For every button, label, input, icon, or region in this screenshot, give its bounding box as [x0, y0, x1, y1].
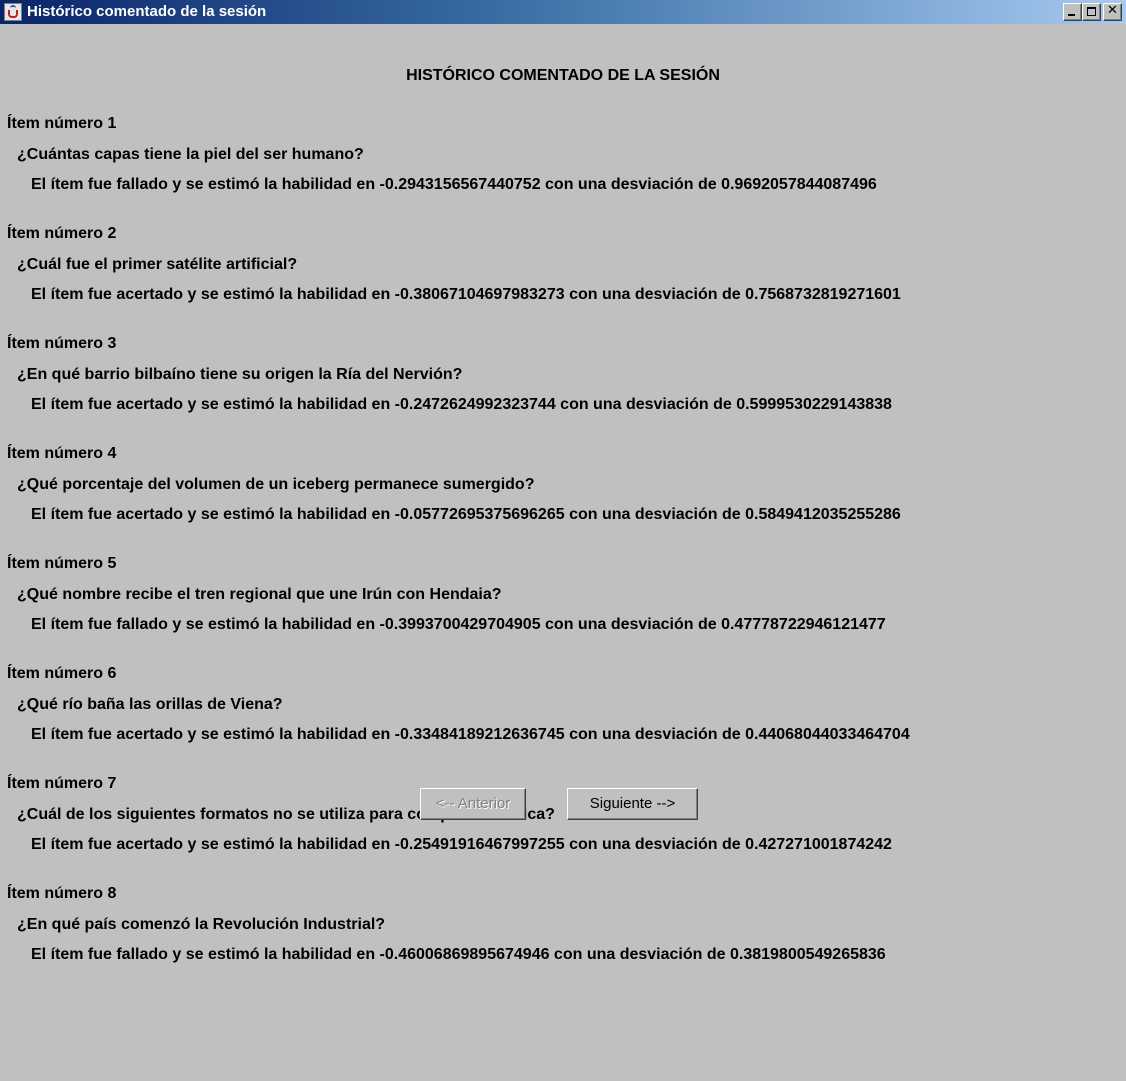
item-question: ¿Cuántas capas tiene la piel del ser hum… — [17, 146, 364, 163]
item-question: ¿Cuál fue el primer satélite artificial? — [17, 256, 298, 273]
item-number: Ítem número 2 — [7, 225, 117, 242]
title-bar[interactable]: Histórico comentado de la sesión ✕ — [0, 0, 1126, 24]
item-result: El ítem fue acertado y se estimó la habi… — [31, 506, 901, 523]
item-result: El ítem fue acertado y se estimó la habi… — [31, 396, 892, 413]
minimize-icon — [1068, 14, 1075, 16]
maximize-icon — [1087, 7, 1096, 16]
list-item: Ítem número 7 ¿Cuál de los siguientes fo… — [7, 774, 1122, 884]
item-question: ¿Qué río baña las orillas de Viena? — [17, 696, 283, 713]
maximize-button[interactable] — [1082, 3, 1101, 21]
history-window: Histórico comentado de la sesión ✕ HISTÓ… — [0, 0, 1126, 1081]
close-icon: ✕ — [1107, 3, 1118, 18]
java-cup-icon[interactable] — [4, 3, 22, 21]
item-question: ¿En qué país comenzó la Revolución Indus… — [17, 916, 386, 933]
item-question: ¿Qué porcentaje del volumen de un iceber… — [17, 476, 535, 493]
list-item: Ítem número 2 ¿Cuál fue el primer satéli… — [7, 224, 1122, 334]
items-list: Ítem número 1 ¿Cuántas capas tiene la pi… — [7, 114, 1122, 994]
item-number: Ítem número 7 — [7, 775, 117, 792]
list-item: Ítem número 8 ¿En qué país comenzó la Re… — [7, 884, 1122, 994]
item-result: El ítem fue acertado y se estimó la habi… — [31, 836, 892, 853]
item-result: El ítem fue fallado y se estimó la habil… — [31, 176, 877, 193]
list-item: Ítem número 1 ¿Cuántas capas tiene la pi… — [7, 114, 1122, 224]
list-item: Ítem número 3 ¿En qué barrio bilbaíno ti… — [7, 334, 1122, 444]
previous-button[interactable]: <-- Anterior — [420, 788, 526, 820]
window-title: Histórico comentado de la sesión — [27, 3, 267, 20]
list-item: Ítem número 4 ¿Qué porcentaje del volume… — [7, 444, 1122, 554]
page-title: HISTÓRICO COMENTADO DE LA SESIÓN — [406, 67, 720, 84]
item-number: Ítem número 6 — [7, 665, 117, 682]
item-result: El ítem fue acertado y se estimó la habi… — [31, 726, 910, 743]
item-question: ¿Qué nombre recibe el tren regional que … — [17, 586, 502, 603]
item-number: Ítem número 8 — [7, 885, 117, 902]
item-result: El ítem fue acertado y se estimó la habi… — [31, 286, 901, 303]
item-number: Ítem número 1 — [7, 115, 117, 132]
window-controls: ✕ — [1063, 3, 1122, 21]
content-panel: HISTÓRICO COMENTADO DE LA SESIÓN Ítem nú… — [0, 24, 1126, 1081]
list-item: Ítem número 6 ¿Qué río baña las orillas … — [7, 664, 1122, 774]
next-button[interactable]: Siguiente --> — [567, 788, 698, 820]
item-question: ¿En qué barrio bilbaíno tiene su origen … — [17, 366, 463, 383]
item-number: Ítem número 5 — [7, 555, 117, 572]
item-number: Ítem número 4 — [7, 445, 117, 462]
minimize-button[interactable] — [1063, 3, 1082, 21]
item-number: Ítem número 3 — [7, 335, 117, 352]
item-result: El ítem fue fallado y se estimó la habil… — [31, 616, 886, 633]
close-button[interactable]: ✕ — [1103, 3, 1122, 21]
item-result: El ítem fue fallado y se estimó la habil… — [31, 946, 886, 963]
list-item: Ítem número 5 ¿Qué nombre recibe el tren… — [7, 554, 1122, 664]
